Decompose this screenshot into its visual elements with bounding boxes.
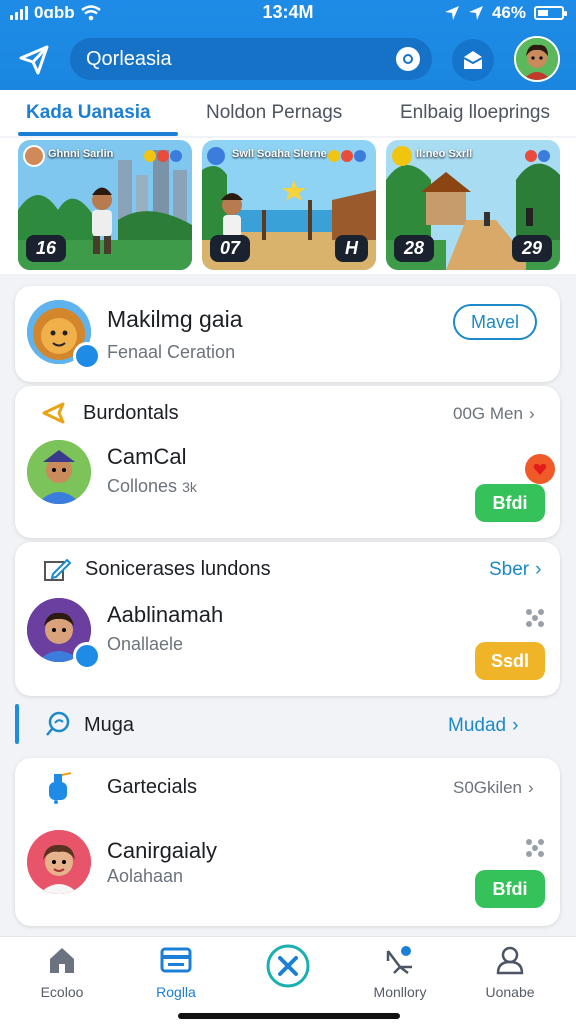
thumbnail-badge: 16 (26, 235, 67, 262)
chevron-right-icon: › (535, 559, 542, 580)
featured-card[interactable]: Makilmg gaia Fenaal Ceration Mavel (15, 286, 560, 382)
section-title: Burdontals (83, 402, 179, 424)
section-muga-title: Muga (84, 714, 135, 736)
user-name: CamCal (107, 444, 187, 469)
chevron-right-icon: › (512, 715, 519, 736)
game-thumbnail-1[interactable]: Ghnni Sarlin 16 (18, 140, 192, 270)
active-tab-indicator (18, 132, 178, 136)
game-thumbnail-2[interactable]: Swll Soaha Slerne 07 H (202, 140, 376, 270)
user-subtitle: Collones 3k (107, 476, 197, 497)
section-meta-label: 00G Men (453, 404, 523, 423)
thumbnail-badge: 07 (210, 235, 251, 262)
options-grid-icon[interactable] (523, 606, 547, 630)
thumbnail-caption: Il:neo Sxrll (416, 148, 473, 160)
verified-icon (73, 642, 101, 670)
search-bubble-icon (46, 711, 70, 736)
section-accent-bar (15, 704, 19, 744)
boy-hat-avatar-icon (27, 440, 91, 504)
follow-button[interactable]: Bfdi (475, 870, 545, 908)
follow-button[interactable]: Bfdi (475, 484, 545, 522)
child-avatar-icon (27, 830, 91, 894)
card-icon (160, 947, 192, 973)
tab-enlbaig[interactable]: Enlbaig lloeprings (400, 102, 550, 124)
record-icon[interactable] (396, 47, 420, 71)
home-indicator (178, 1013, 400, 1019)
user-avatar (27, 440, 91, 504)
thumbnail-badge-secondary: H (335, 235, 368, 262)
thumbnail-caption: Ghnni Sarlin (48, 148, 114, 160)
envelope-icon (463, 51, 483, 69)
thumbnail-caption: Swll Soaha Slerne (232, 148, 327, 160)
section-meta[interactable]: S0Gkilen › (453, 778, 534, 798)
thumbnail-badge-secondary: 29 (511, 235, 552, 262)
network-icon (386, 946, 412, 974)
close-circle-icon (266, 944, 310, 988)
search-bar[interactable] (70, 38, 432, 80)
bottom-nav: Ecoloo Roglla Monllory Uonabe (0, 936, 576, 1025)
section-title: Gartecials (107, 776, 198, 798)
inbox-button[interactable] (452, 39, 494, 81)
search-input[interactable] (84, 46, 368, 72)
section-link-label: Sber (489, 559, 530, 580)
section-gartecials: Gartecials S0Gkilen › Canirgaialy Aolahaa… (15, 758, 560, 926)
profile-avatar[interactable] (514, 36, 560, 82)
nav-label: Roglla (156, 984, 196, 1000)
chevron-right-icon: › (527, 778, 534, 797)
tab-bar: Kada Uanasia Noldon Pernags Enlbaig lloe… (0, 90, 576, 136)
nav-item-center[interactable] (238, 943, 338, 994)
nav-item-home[interactable]: Ecoloo (12, 945, 112, 1000)
status-bar: 0ɑbb 13:4M 46% (0, 0, 576, 26)
location-icon (444, 6, 459, 20)
top-bar: 0ɑbb 13:4M 46% (0, 0, 576, 90)
nav-item-profile[interactable]: Uonabe (460, 945, 560, 1000)
featured-subtitle: Fenaal Ceration (107, 342, 236, 362)
thumbnail-badge: 28 (394, 235, 435, 262)
featured-name: Makilmg gaia (107, 306, 243, 332)
paper-plane-icon (19, 45, 49, 75)
section-meta-label: S0Gkilen (453, 778, 522, 797)
battery-percent: 46% (491, 3, 526, 22)
home-icon (50, 948, 74, 973)
megaphone-icon (42, 402, 65, 424)
edit-pencil-icon (44, 558, 71, 581)
game-carousel: Ghnni Sarlin 16 Swll Soaha Slerne 07 H I… (0, 138, 576, 274)
notification-badge[interactable] (525, 454, 555, 484)
nav-label: Uonabe (485, 984, 535, 1000)
heart-icon (533, 464, 547, 475)
section-meta[interactable]: 00G Men › (453, 404, 535, 424)
game-thumbnail-3[interactable]: Il:neo Sxrll 28 29 (386, 140, 560, 270)
user-icon (496, 946, 524, 975)
featured-action-button[interactable]: Mavel (453, 304, 537, 340)
nav-item-monllory[interactable]: Monllory (350, 945, 450, 1000)
spray-bottle-icon (49, 772, 72, 804)
user-subtitle: Onallaele (107, 634, 184, 654)
tab-noldon[interactable]: Noldon Pernags (206, 102, 342, 124)
location-arrow-icon (468, 6, 483, 20)
options-grid-icon[interactable] (523, 836, 547, 860)
user-subtitle-text: Collones (107, 476, 178, 496)
tab-kada[interactable]: Kada Uanasia (26, 102, 151, 124)
join-button[interactable]: Ssdl (475, 642, 545, 680)
boy-avatar-icon (516, 38, 558, 80)
section-muga-link[interactable]: Mudad › (448, 715, 518, 737)
chevron-right-icon: › (528, 404, 535, 423)
user-subtitle: Aolahaan (107, 866, 184, 886)
user-name: Aablinamah (107, 602, 224, 627)
nav-item-roglla[interactable]: Roglla (126, 945, 226, 1000)
section-link[interactable]: Sber › (489, 559, 541, 581)
user-name: Canirgaialy (107, 838, 218, 863)
section-title: Sonicerases lundons (85, 558, 271, 580)
user-avatar (27, 830, 91, 894)
verified-icon (73, 342, 101, 370)
nav-label: Monllory (373, 984, 427, 1000)
battery-icon (534, 6, 567, 20)
section-burdontals: Burdontals 00G Men › CamCal Collones 3k B… (15, 386, 560, 538)
nav-label: Ecoloo (40, 984, 84, 1000)
section-sonicerases: Sonicerases lundons Sber › Aablinamah Ona… (15, 542, 560, 696)
section-link-label: Mudad (448, 715, 507, 736)
user-subtitle-extra: 3k (182, 479, 197, 495)
send-button[interactable] (14, 40, 54, 80)
